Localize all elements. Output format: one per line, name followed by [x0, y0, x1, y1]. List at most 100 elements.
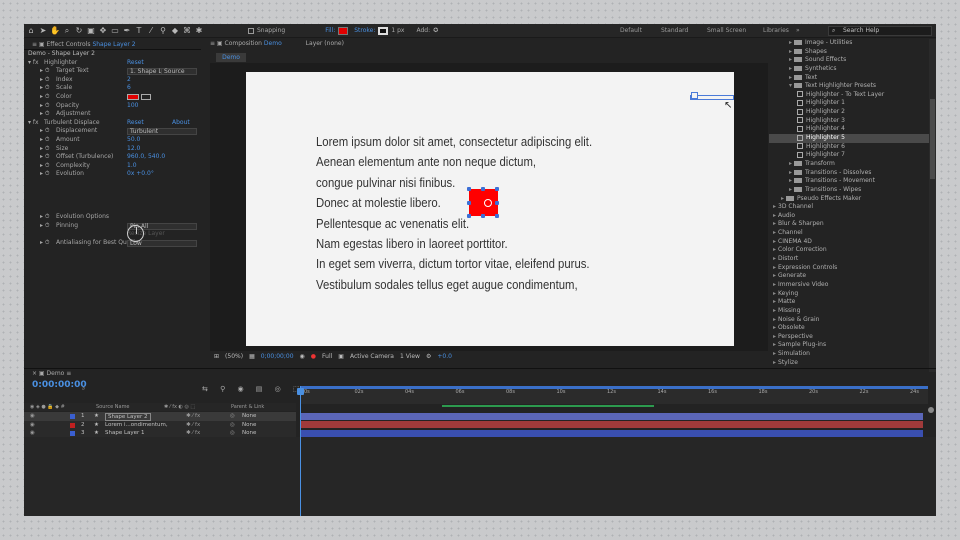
preset-item[interactable]: ▸ 3D Channel — [769, 203, 936, 212]
timeline-end-marker[interactable] — [928, 407, 934, 413]
effect-property-row[interactable]: ▸ ⏱ Amount 50.0 — [24, 136, 201, 145]
pickwhip-icon[interactable]: ◎ — [230, 421, 235, 430]
preset-item[interactable]: ▸ Image - Utilities — [769, 39, 936, 48]
stopwatch-icon[interactable]: ▸ ⏱ — [40, 110, 50, 119]
fill-swatch[interactable] — [338, 26, 349, 35]
preset-item[interactable]: Highlighter 7 — [769, 151, 936, 160]
preset-item[interactable]: Highlighter 6 — [769, 143, 936, 152]
preset-item[interactable]: ▸ Transitions - Wipes — [769, 186, 936, 195]
hand-tool-icon[interactable]: ✋ — [50, 26, 60, 36]
chevron-right-icon[interactable]: ▸ — [773, 255, 776, 262]
roto-tool-icon[interactable]: ⌘ — [182, 26, 192, 36]
chevron-right-icon[interactable]: ▸ — [773, 298, 776, 305]
stopwatch-icon[interactable]: ▸ ⏱ — [40, 222, 50, 231]
effect-property-row[interactable]: ▸ ⏱ Antialiasing for Best Quality Low — [24, 239, 201, 248]
effect-property-row[interactable]: ▸ ⏱ Opacity 100 — [24, 102, 201, 111]
chevron-right-icon[interactable]: ▸ — [773, 212, 776, 219]
property-value[interactable]: 1.0 — [127, 162, 137, 171]
layer-duration-bar[interactable] — [301, 421, 923, 429]
effect-property-row[interactable]: ▾ fx Highlighter Reset — [24, 59, 201, 68]
preset-item[interactable]: ▸ CINEMA 4D — [769, 238, 936, 247]
preset-item[interactable]: ▸ Color Correction — [769, 246, 936, 255]
zoom-level[interactable]: (50%) — [225, 352, 243, 362]
stopwatch-icon[interactable]: ▸ ⏱ — [40, 145, 50, 154]
layer-name[interactable]: Lorem i...ondimentum, — [105, 421, 168, 430]
chevron-right-icon[interactable]: ▸ — [773, 290, 776, 297]
preset-item[interactable]: ▸ Expression Controls — [769, 264, 936, 273]
preset-item[interactable]: ▸ Simulation — [769, 350, 936, 359]
render-icon[interactable]: ⚙ — [426, 352, 431, 362]
layer-row[interactable]: ◉ 1 ★ Shape Layer 2 ✱ ⁄ fx ◎ None — [24, 412, 296, 421]
visibility-eye-icon[interactable]: ◉ — [30, 421, 35, 430]
fill-control[interactable]: Fill: — [325, 26, 349, 35]
panel-menu-icon[interactable]: ≡ ▣ — [32, 41, 47, 48]
shape-handle[interactable] — [495, 187, 499, 191]
stopwatch-icon[interactable]: ▸ ⏱ — [40, 84, 50, 93]
workspace-libraries[interactable]: Libraries — [763, 27, 789, 34]
effect-property-row[interactable]: ▸ ⏱ Offset (Turbulence) 960.0, 540.0 — [24, 153, 201, 162]
add-icon[interactable]: ✪ — [433, 27, 438, 34]
chevron-right-icon[interactable]: ▸ — [773, 281, 776, 288]
chevron-right-icon[interactable]: ▸ — [773, 272, 776, 279]
camera-select[interactable]: Active Camera — [350, 352, 394, 362]
preset-item[interactable]: ▸ Sound Effects — [769, 56, 936, 65]
timeline-search-input[interactable]: ⌕ — [82, 385, 162, 393]
preset-item[interactable]: Highlighter 1 — [769, 99, 936, 108]
stopwatch-icon[interactable]: ▸ ⏱ — [40, 213, 50, 222]
property-value[interactable]: Reset — [127, 59, 144, 68]
preset-item[interactable]: ▸ Audio — [769, 212, 936, 221]
effect-property-row[interactable]: ▸ ⏱ Color — [24, 93, 201, 102]
effect-property-row[interactable]: ▸ ⏱ Adjustment — [24, 110, 201, 119]
shape-handle[interactable] — [467, 214, 471, 218]
preset-item[interactable]: ▸ Keying — [769, 290, 936, 299]
stopwatch-icon[interactable]: ▸ ⏱ — [40, 93, 50, 102]
lorem-text-layer[interactable]: Lorem ipsum dolor sit amet, consectetur … — [316, 132, 592, 295]
workspace-menu-icon[interactable]: » — [796, 27, 800, 34]
shape-handle[interactable] — [481, 187, 485, 191]
layer-label-color[interactable] — [70, 414, 75, 419]
timeline-timecode[interactable]: 0:00:00:00 — [32, 380, 87, 390]
workspace-default[interactable]: Default — [620, 27, 642, 34]
layer-label-color[interactable] — [70, 422, 75, 428]
eraser-tool-icon[interactable]: ◆ — [170, 26, 180, 36]
property-dropdown[interactable]: 1. Shape L — [127, 68, 163, 76]
grid-icon[interactable]: ▦ — [249, 352, 255, 362]
workspace-small-screen[interactable]: Small Screen — [707, 27, 746, 34]
camera-tool-icon[interactable]: ▣ — [86, 26, 96, 36]
region-icon[interactable]: ▣ — [338, 352, 344, 362]
playhead[interactable] — [300, 386, 301, 516]
layer-viewer-label[interactable]: Layer (none) — [306, 40, 344, 47]
effect-property-row[interactable] — [24, 196, 201, 205]
preset-item[interactable]: ▸ Perspective — [769, 333, 936, 342]
chevron-right-icon[interactable]: ▸ — [789, 177, 792, 184]
shape-handle[interactable] — [495, 201, 499, 205]
chevron-right-icon[interactable]: ▸ — [773, 229, 776, 236]
chevron-right-icon[interactable]: ▸ — [773, 264, 776, 271]
property-value[interactable]: 50.0 — [127, 136, 140, 145]
chevron-right-icon[interactable]: ▸ — [773, 220, 776, 227]
shape-handle[interactable] — [467, 187, 471, 191]
preset-item[interactable]: ▸ Transitions - Movement — [769, 177, 936, 186]
clone-tool-icon[interactable]: ⚲ — [158, 26, 168, 36]
chevron-right-icon[interactable]: ▸ — [789, 56, 792, 63]
anchor-point-icon[interactable] — [484, 199, 492, 207]
stopwatch-icon[interactable]: ▸ ⏱ — [40, 170, 50, 179]
composition-viewer[interactable]: Lorem ipsum dolor sit amet, consectetur … — [210, 63, 768, 351]
work-area-bar[interactable] — [300, 386, 928, 389]
stroke-size[interactable]: 1 px — [391, 27, 404, 34]
color-swatch[interactable] — [127, 93, 139, 100]
preset-item[interactable]: Highlighter 2 — [769, 108, 936, 117]
eyedropper-icon[interactable] — [141, 93, 151, 100]
chevron-right-icon[interactable]: ▸ — [773, 203, 776, 210]
source-name-column[interactable]: Source Name — [96, 403, 130, 411]
layer-switches[interactable]: ✱ ⁄ fx — [186, 421, 200, 430]
exposure-value[interactable]: +0.0 — [437, 352, 452, 362]
resolution-select[interactable]: Full — [322, 352, 332, 362]
effect-property-row[interactable]: ▸ ⏱ Size 12.0 — [24, 145, 201, 154]
layer-duration-bar[interactable] — [301, 430, 923, 437]
workspace-standard[interactable]: Standard — [661, 27, 688, 34]
property-value[interactable]: 6 — [127, 84, 131, 93]
effect-property-row[interactable]: ▸ ⏱ Pinning Pin All — [24, 222, 201, 231]
puppet-tool-icon[interactable]: ✱ — [194, 26, 204, 36]
pan-tool-icon[interactable]: ✥ — [98, 26, 108, 36]
